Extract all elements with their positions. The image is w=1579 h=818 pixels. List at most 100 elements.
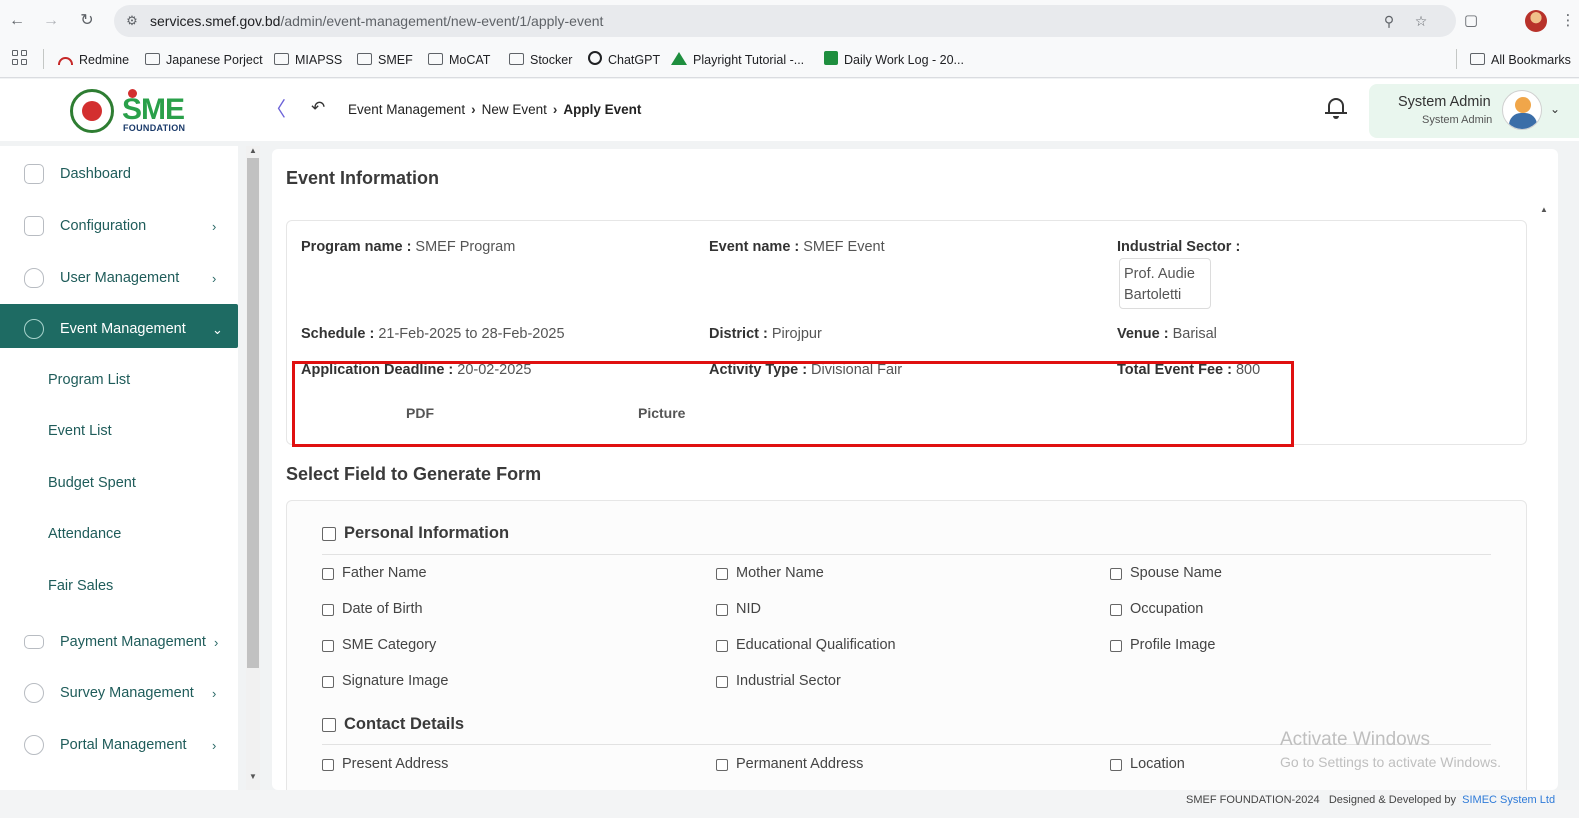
sidebar-item-survey-management[interactable]: Survey Management › [0,668,238,712]
scroll-down-arrow-icon[interactable]: ▼ [249,772,257,781]
bookmark-playright-tutorial[interactable]: Playright Tutorial -... [671,51,804,69]
checkbox[interactable] [716,604,728,616]
checkbox[interactable] [1110,759,1122,771]
option-label: Mother Name [736,565,824,581]
scrollbar-thumb[interactable] [247,158,259,668]
forward-arrow-icon[interactable]: → [40,10,62,32]
event-information-title: Event Information [286,168,440,188]
sidebar-item-portal-management[interactable]: Portal Management › [0,720,238,764]
divider [322,554,1491,555]
option-label: Location [1130,756,1185,772]
scroll-up-arrow-icon[interactable]: ▲ [1540,205,1548,214]
bookmark-smef[interactable]: SMEF [357,51,413,69]
pie-chart-icon [24,683,44,703]
program-name-field: Program name : SMEF Program [301,239,515,255]
sidebar-item-label: Dashboard [60,166,131,182]
checkbox[interactable] [322,568,334,580]
browser-profile-avatar[interactable] [1525,10,1547,32]
apps-grid-icon[interactable] [12,50,28,66]
checkbox[interactable] [322,718,336,732]
breadcrumb-chevron-icon: › [552,102,558,117]
folder-icon [145,53,160,65]
sidebar-item-user-management[interactable]: User Management › [0,253,238,297]
scroll-up-arrow-icon[interactable]: ▲ [249,146,257,155]
highlight-annotation-box [292,361,1294,447]
checkbox[interactable] [1110,604,1122,616]
sidebar-collapse-icon[interactable]: 〈 [266,99,286,121]
extensions-icon[interactable]: ▢ [1460,10,1482,32]
checkbox[interactable] [322,676,334,688]
reload-icon[interactable]: ↻ [76,10,98,32]
checkbox[interactable] [1110,640,1122,652]
field-label: Event name : [709,239,800,255]
sidebar-subitem-budget-spent[interactable]: Budget Spent [48,475,136,491]
sidebar-subitem-fair-sales[interactable]: Fair Sales [48,578,113,594]
bookmark-mocat[interactable]: MoCAT [428,51,490,69]
sidebar-item-label: Survey Management [60,685,194,701]
bookmark-miapss[interactable]: MIAPSS [274,51,342,69]
notification-bell-icon[interactable] [1325,95,1347,121]
checkbox[interactable] [716,759,728,771]
bookmark-daily-work-log[interactable]: Daily Work Log - 20... [824,51,964,69]
sidebar-subitem-program-list[interactable]: Program List [48,372,130,388]
folder-icon [428,53,443,65]
sidebar-item-payment-management[interactable]: Payment Management › [0,617,238,661]
bookmark-redmine[interactable]: Redmine [58,51,129,69]
checkbox[interactable] [716,676,728,688]
sidebar-item-label: Event Management [60,321,186,337]
sidebar-item-dashboard[interactable]: Dashboard [0,149,238,193]
footer-designed-by: Designed & Developed by [1328,794,1457,806]
zoom-icon[interactable]: ⚲ [1380,12,1398,30]
bookmark-star-icon[interactable]: ☆ [1412,12,1430,30]
bookmark-chatgpt[interactable]: ChatGPT [588,51,660,69]
shield-icon [24,268,44,288]
sidebar-subitem-attendance[interactable]: Attendance [48,526,121,542]
back-arrow-icon[interactable]: ← [6,10,28,32]
checkbox[interactable] [322,640,334,652]
bookmark-japanese-porject[interactable]: Japanese Porject [145,51,263,69]
generate-form-title: Select Field to Generate Form [286,464,542,484]
url-text[interactable]: services.smef.gov.bd/admin/event-managem… [150,13,603,29]
bookmarks-divider [43,49,44,69]
all-bookmarks[interactable]: All Bookmarks [1470,51,1571,69]
field-value: Pirojpur [771,326,822,342]
group-label: Contact Details [344,715,465,733]
undo-back-icon[interactable]: ↶ [311,98,325,118]
user-name: System Admin [1398,94,1491,110]
user-menu[interactable]: System Admin System Admin ⌄ [1369,84,1579,138]
main-content: Event Information Program name : SMEF Pro… [272,149,1558,790]
bookmarks-divider [1456,49,1457,69]
bookmark-stocker[interactable]: Stocker [509,51,572,69]
checkbox[interactable] [322,604,334,616]
checkbox[interactable] [322,759,334,771]
sidebar-item-configuration[interactable]: Configuration › [0,201,238,245]
breadcrumb-new-event[interactable]: New Event [482,102,547,117]
browser-menu-icon[interactable]: ⋮ [1557,10,1579,32]
google-drive-icon [671,52,687,65]
breadcrumb-apply-event: Apply Event [563,102,642,117]
checkbox[interactable] [716,640,728,652]
sidebar-item-event-management[interactable]: Event Management ⌄ [0,304,238,348]
schedule-field: Schedule :21-Feb-2025 to 28-Feb-2025 [301,326,565,342]
smef-logo[interactable]: SME FOUNDATION [70,87,190,133]
field-value: SMEF Program [415,239,516,255]
address-bar[interactable]: ⚙ services.smef.gov.bd/admin/event-manag… [114,5,1456,37]
footer-company-link[interactable]: SIMEC System Ltd [1462,794,1555,806]
footer: SMEF FOUNDATION-2024 Designed & Develope… [0,790,1579,818]
breadcrumb: Event Management › New Event › Apply Event [348,102,641,117]
checkbox[interactable] [322,527,336,541]
breadcrumb-event-management[interactable]: Event Management [348,102,465,117]
field-label: District : [709,326,768,342]
checkbox[interactable] [716,568,728,580]
sidebar-subitem-event-list[interactable]: Event List [48,423,112,439]
option-label: Spouse Name [1130,565,1222,581]
folder-icon [509,53,524,65]
sidebar-scrollbar[interactable]: ▲ ▼ [246,146,260,790]
checkbox[interactable] [1110,568,1122,580]
chevron-down-icon[interactable]: ⌄ [1550,102,1560,116]
sheets-icon [824,51,838,65]
option-label: Father Name [342,565,427,581]
site-settings-icon[interactable]: ⚙ [122,11,142,31]
breadcrumb-chevron-icon: › [471,102,476,117]
sidebar-item-label: Configuration [60,218,147,234]
